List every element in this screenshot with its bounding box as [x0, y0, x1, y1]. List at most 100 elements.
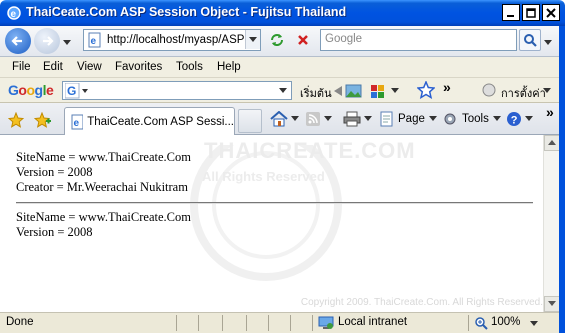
commandbar-more[interactable]: » [546, 104, 554, 120]
refresh-button[interactable] [266, 29, 288, 51]
page-icon: e [88, 32, 101, 48]
settings-icon [482, 83, 496, 97]
ie-icon: e [7, 6, 21, 20]
svg-text:G: G [67, 84, 76, 98]
tools-menu-label: Tools [462, 113, 489, 125]
rss-icon [306, 112, 320, 126]
page-menu-button[interactable]: Page [380, 111, 437, 127]
maximize-icon [526, 7, 536, 18]
page-content: THAICREATE.COM All Rights Reserved SiteN… [6, 135, 543, 312]
svg-text:e: e [74, 118, 80, 129]
chevron-down-icon[interactable] [543, 88, 551, 94]
page-line: Version = 2008 [16, 165, 93, 179]
address-bar[interactable]: e http://localhost/myasp/ASPS [83, 29, 261, 51]
close-button[interactable] [542, 4, 560, 21]
chevron-down-icon [279, 88, 287, 93]
gear-icon [444, 113, 456, 125]
google-search-input[interactable]: G [62, 81, 292, 100]
puzzle-icon[interactable] [369, 83, 387, 99]
horizontal-rule [16, 202, 533, 204]
chevron-up-icon [548, 140, 556, 145]
menu-bar: File Edit View Favorites Tools Help [0, 57, 565, 78]
status-divider [246, 315, 247, 331]
forward-button[interactable] [34, 28, 60, 54]
print-button[interactable] [343, 111, 372, 127]
chevron-down-icon [544, 40, 552, 45]
google-settings-button[interactable]: การตั้งค่า [501, 84, 546, 102]
stop-button[interactable] [292, 29, 314, 51]
forward-arrow-icon [43, 36, 54, 46]
chevron-down-icon [548, 301, 556, 306]
chevron-down-icon [364, 116, 372, 121]
menu-edit[interactable]: Edit [43, 61, 63, 73]
close-icon [546, 7, 556, 18]
status-text: Done [6, 316, 34, 328]
favorites-star-icon[interactable] [8, 112, 24, 128]
help-menu-button[interactable]: ? [506, 111, 533, 127]
menu-favorites[interactable]: Favorites [115, 61, 162, 73]
menu-help[interactable]: Help [217, 61, 241, 73]
image-icon[interactable] [345, 83, 363, 99]
feeds-button[interactable] [305, 111, 332, 127]
minimize-button[interactable] [502, 4, 520, 21]
home-button[interactable] [270, 111, 299, 127]
window-title: ThaiCeate.Com ASP Session Object - Fujit… [26, 5, 347, 19]
search-options-dropdown[interactable] [544, 37, 552, 49]
scroll-up-button[interactable] [544, 135, 560, 151]
intranet-zone-icon [318, 316, 334, 329]
history-dropdown[interactable] [63, 37, 71, 49]
page-body: SiteName = www.ThaiCreate.Com Version = … [16, 150, 533, 240]
back-button[interactable] [5, 28, 31, 54]
page-line: Creator = Mr.Weerachai Nukitram [16, 180, 188, 194]
google-g-icon: G [65, 83, 88, 99]
security-zone[interactable]: Local intranet [338, 316, 407, 328]
google-logo[interactable]: Google [8, 82, 54, 98]
tools-menu-button[interactable]: Tools [442, 111, 501, 127]
status-divider [468, 315, 469, 331]
search-button[interactable] [519, 29, 541, 51]
printer-icon [343, 111, 361, 127]
menu-view[interactable]: View [77, 61, 102, 73]
vertical-scrollbar[interactable] [543, 135, 560, 312]
page-menu-icon [380, 111, 393, 127]
add-favorite-icon[interactable] [34, 112, 52, 128]
status-divider [312, 315, 313, 331]
svg-text:e: e [91, 36, 97, 47]
zoom-icon [475, 317, 488, 330]
navigation-bar: e http://localhost/myasp/ASPS Google [0, 26, 565, 57]
zoom-level[interactable]: 100% [491, 316, 520, 328]
status-divider [198, 315, 199, 331]
tab-label: ThaiCeate.Com ASP Sessi... [87, 115, 234, 128]
address-dropdown[interactable] [245, 30, 260, 49]
window-frame-right [559, 26, 565, 333]
address-text: http://localhost/myasp/ASPS [107, 34, 253, 46]
star-icon[interactable] [417, 81, 435, 99]
page-icon: e [71, 114, 84, 129]
maximize-button[interactable] [522, 4, 540, 21]
page-line: Version = 2008 [16, 225, 93, 239]
refresh-icon [271, 34, 283, 46]
chevron-down-icon[interactable] [391, 88, 399, 94]
tab-active[interactable]: e ThaiCeate.Com ASP Sessi... [64, 107, 235, 135]
status-divider [176, 315, 177, 331]
google-search-button[interactable]: เริ่มต้น [300, 84, 332, 102]
toolbar-more[interactable]: » [443, 79, 451, 95]
arrow-icon[interactable] [332, 84, 346, 98]
status-divider [268, 315, 269, 331]
tab-bar: e ThaiCeate.Com ASP Sessi... Page Tools … [0, 103, 565, 135]
scroll-down-button[interactable] [544, 296, 560, 312]
back-arrow-icon [11, 36, 22, 46]
menu-tools[interactable]: Tools [176, 61, 203, 73]
chevron-down-icon [63, 40, 71, 45]
chevron-down-icon[interactable] [530, 321, 538, 327]
minimize-icon [507, 14, 514, 17]
chevron-down-icon [249, 36, 257, 42]
search-input[interactable]: Google [320, 29, 517, 51]
search-icon [524, 34, 537, 47]
chevron-down-icon [324, 116, 332, 121]
watermark-copyright: Copyright 2009. ThaiCreate.Com. All Righ… [300, 297, 543, 308]
home-icon [270, 111, 288, 127]
new-tab-button[interactable] [238, 109, 262, 133]
menu-file[interactable]: File [12, 61, 31, 73]
status-divider [290, 315, 291, 331]
